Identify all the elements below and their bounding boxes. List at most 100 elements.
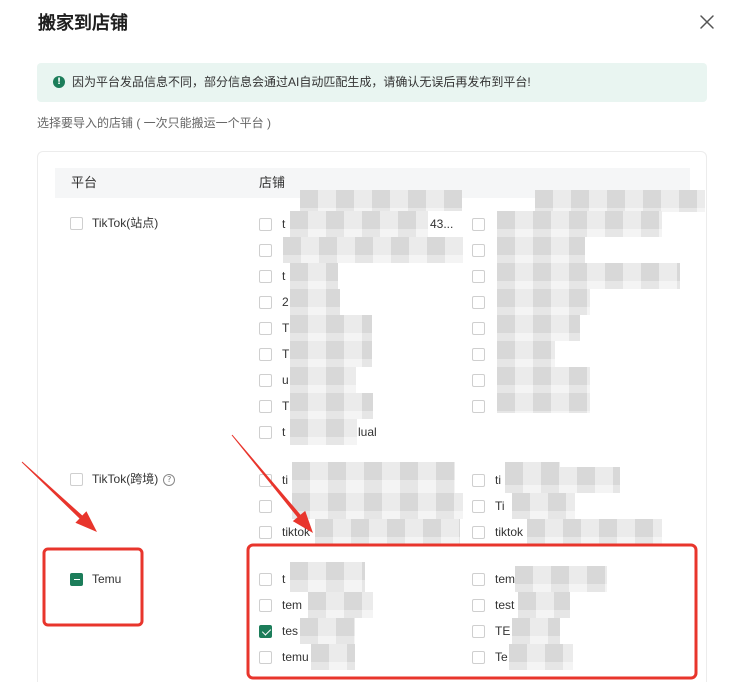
- store-name: test: [495, 598, 515, 612]
- blurred-region: [515, 566, 607, 592]
- store-checkbox[interactable]: [259, 400, 272, 413]
- platform-name: TikTok(跨境): [92, 472, 159, 486]
- blurred-region: [509, 644, 573, 670]
- store-option[interactable]: [472, 374, 485, 387]
- store-option[interactable]: TE: [472, 625, 510, 638]
- store-option[interactable]: Te: [472, 651, 508, 664]
- blurred-region: [311, 644, 355, 670]
- store-checkbox[interactable]: [472, 244, 485, 257]
- blurred-region: [283, 237, 463, 263]
- blurred-region: [512, 618, 560, 644]
- store-checkbox[interactable]: [259, 426, 272, 439]
- store-option[interactable]: t lual: [259, 426, 377, 439]
- store-name: tes: [282, 624, 299, 638]
- store-name: T: [282, 347, 290, 361]
- store-checkbox[interactable]: [472, 374, 485, 387]
- blurred-region: [497, 367, 590, 393]
- store-name: t: [282, 269, 286, 283]
- store-checkbox[interactable]: [259, 374, 272, 387]
- store-checkbox[interactable]: [259, 651, 272, 664]
- store-option[interactable]: T: [259, 348, 289, 361]
- store-checkbox[interactable]: [472, 573, 485, 586]
- store-checkbox[interactable]: [472, 651, 485, 664]
- platform-option[interactable]: TikTok(跨境): [70, 472, 176, 486]
- store-option[interactable]: ti: [259, 474, 288, 487]
- store-checkbox[interactable]: [259, 270, 272, 283]
- store-checkbox[interactable]: [472, 270, 485, 283]
- dialog-title: 搬家到店铺: [38, 13, 128, 33]
- store-option[interactable]: [472, 218, 485, 231]
- blurred-region: [497, 211, 662, 237]
- store-checkbox[interactable]: [259, 599, 272, 612]
- platform-option[interactable]: TikTok(站点): [70, 217, 158, 230]
- store-checkbox[interactable]: [259, 296, 272, 309]
- store-option[interactable]: T: [259, 400, 289, 413]
- notice-banner: 因为平台发品信息不同，部分信息会通过AI自动匹配生成，请确认无误后再发布到平台!: [37, 63, 707, 102]
- store-option[interactable]: [259, 244, 272, 257]
- blurred-region: [290, 341, 372, 367]
- store-checkbox[interactable]: [472, 526, 485, 539]
- store-option[interactable]: tes: [259, 625, 298, 638]
- store-name: T: [282, 399, 290, 413]
- store-option[interactable]: tiktok: [259, 526, 310, 539]
- store-checkbox[interactable]: [472, 474, 485, 487]
- platform-checkbox[interactable]: [70, 217, 83, 230]
- store-name: t: [282, 217, 286, 231]
- store-option[interactable]: tiktok: [472, 526, 523, 539]
- question-circle-icon[interactable]: [163, 473, 176, 486]
- store-name: TE: [495, 624, 511, 638]
- store-option[interactable]: test: [472, 599, 514, 612]
- blurred-region: [300, 190, 462, 211]
- store-option[interactable]: ti: [472, 474, 501, 487]
- store-checkbox[interactable]: [472, 322, 485, 335]
- store-option[interactable]: t: [259, 573, 285, 586]
- store-option[interactable]: t 43...: [259, 217, 453, 231]
- store-option[interactable]: tem: [472, 573, 515, 586]
- store-option[interactable]: [472, 348, 485, 361]
- store-checkbox[interactable]: [472, 218, 485, 231]
- store-option[interactable]: [472, 322, 485, 335]
- store-option[interactable]: [472, 244, 485, 257]
- platform-checkbox[interactable]: [70, 573, 83, 586]
- store-checkbox[interactable]: [472, 400, 485, 413]
- store-checkbox[interactable]: [472, 500, 485, 513]
- store-checkbox[interactable]: [472, 348, 485, 361]
- close-icon[interactable]: [699, 14, 715, 30]
- store-option[interactable]: temu: [259, 651, 309, 664]
- store-option[interactable]: [472, 400, 485, 413]
- store-name-tail: lual: [358, 425, 377, 439]
- store-checkbox[interactable]: [259, 526, 272, 539]
- platform-option[interactable]: Temu: [70, 573, 121, 586]
- store-checkbox[interactable]: [259, 474, 272, 487]
- blurred-region: [497, 289, 590, 315]
- store-option[interactable]: u: [259, 374, 289, 387]
- store-checkbox[interactable]: [259, 625, 272, 638]
- store-checkbox[interactable]: [259, 348, 272, 361]
- store-checkbox[interactable]: [259, 218, 272, 231]
- store-option[interactable]: Ti: [472, 500, 505, 513]
- blurred-region: [315, 519, 460, 545]
- store-option[interactable]: T: [259, 322, 289, 335]
- store-option[interactable]: t: [259, 270, 285, 283]
- store-option[interactable]: [472, 270, 485, 283]
- store-checkbox[interactable]: [472, 296, 485, 309]
- store-option[interactable]: [472, 296, 485, 309]
- store-name: temu: [282, 650, 309, 664]
- blurred-region: [505, 467, 620, 493]
- blurred-region: [290, 562, 365, 592]
- store-checkbox[interactable]: [472, 599, 485, 612]
- store-option[interactable]: tem: [259, 599, 302, 612]
- store-checkbox[interactable]: [259, 244, 272, 257]
- store-checkbox[interactable]: [259, 573, 272, 586]
- store-option[interactable]: [259, 500, 272, 513]
- store-name: 2: [282, 295, 289, 309]
- blurred-region: [512, 493, 575, 519]
- store-option[interactable]: 2: [259, 296, 289, 309]
- store-checkbox[interactable]: [259, 322, 272, 335]
- notice-text: 因为平台发品信息不同，部分信息会通过AI自动匹配生成，请确认无误后再发布到平台!: [72, 75, 531, 89]
- store-checkbox[interactable]: [472, 625, 485, 638]
- platform-checkbox[interactable]: [70, 473, 83, 486]
- blurred-region: [292, 493, 463, 519]
- move-to-store-dialog: 搬家到店铺 因为平台发品信息不同，部分信息会通过AI自动匹配生成，请确认无误后再…: [0, 0, 747, 682]
- store-checkbox[interactable]: [259, 500, 272, 513]
